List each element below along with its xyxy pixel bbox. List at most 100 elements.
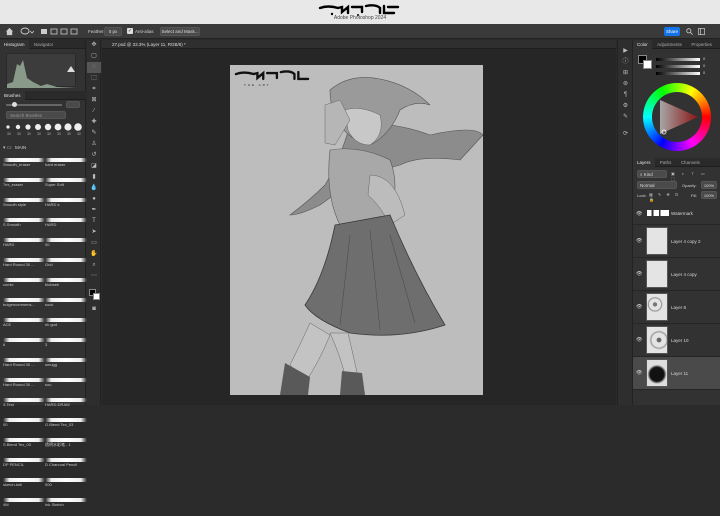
move-tool-icon[interactable]: ✥ xyxy=(87,40,101,51)
type-tool-icon[interactable]: T xyxy=(87,216,101,227)
quick-mask-icon[interactable]: ◙ xyxy=(87,304,101,315)
brush-tool-icon[interactable]: ✎ xyxy=(87,128,101,139)
brush-size-slider[interactable] xyxy=(6,102,62,107)
clone-stamp-icon[interactable]: ♙ xyxy=(87,139,101,150)
brush-preset[interactable]: Super Soft xyxy=(45,176,87,196)
eyedropper-icon[interactable]: ∕ xyxy=(87,106,101,117)
gradient-tool-icon[interactable]: ▮ xyxy=(87,172,101,183)
crop-tool-icon[interactable]: ⌗ xyxy=(87,84,101,95)
brush-preset[interactable]: Hard Round 30 ... xyxy=(3,356,45,376)
brush-folder-main[interactable]: ▾ ▭ MAIN xyxy=(3,145,83,153)
background-swatch[interactable] xyxy=(93,293,100,300)
brush-preset[interactable]: S.Smooth xyxy=(3,216,45,236)
paragraph-icon[interactable]: ¶ xyxy=(618,90,633,101)
play-icon[interactable]: ▶ xyxy=(618,46,633,57)
layer-row[interactable]: 👁 Layer 4 copy 2 xyxy=(633,225,720,258)
layer-row[interactable]: 👁 Layer 8 xyxy=(633,291,720,324)
properties-icon[interactable]: ⚙ xyxy=(618,101,633,112)
brush-preset[interactable]: sou xyxy=(45,376,87,396)
color-wheel[interactable] xyxy=(643,83,711,151)
color-swatches[interactable] xyxy=(89,289,100,300)
color-slider-2[interactable] xyxy=(656,65,700,68)
zoom-tool-icon[interactable]: ⌕ xyxy=(87,260,101,271)
brush-preset[interactable]: G.Blend Tex_03 xyxy=(45,416,87,436)
brush-preset[interactable]: bulgercommens... xyxy=(3,296,45,316)
brush-preset[interactable]: Grid xyxy=(45,256,87,276)
eraser-tool-icon[interactable]: ◪ xyxy=(87,161,101,172)
brush-preset[interactable]: Hard Round 30 ... xyxy=(3,256,45,276)
lock-icons[interactable]: ▦ ✎ ✥ ⊡ 🔒 xyxy=(649,192,683,202)
layer-kind-filter[interactable]: ⌕ Kind xyxy=(637,170,667,178)
brush-preset[interactable]: D Charcoal Pencil xyxy=(45,456,87,476)
layer-row[interactable]: 👁 Layer 10 xyxy=(633,324,720,357)
eye-icon[interactable]: 👁 xyxy=(636,304,642,310)
layer-name[interactable]: Watermark xyxy=(671,211,693,216)
selection-mode-icons[interactable] xyxy=(40,28,80,35)
brush-preset[interactable]: Smooth_eraser xyxy=(3,156,45,176)
layer-name[interactable]: Layer 4 copy 2 xyxy=(671,239,701,244)
history-icon[interactable]: ⟳ xyxy=(618,129,633,140)
workspace-icon[interactable] xyxy=(698,28,705,35)
brush-preset[interactable]: S.Blend Tex_03 xyxy=(3,436,45,456)
brush-preset[interactable]: 7ex_eraser xyxy=(3,176,45,196)
brush-preset[interactable]: Smooth style xyxy=(3,196,45,216)
blur-tool-icon[interactable]: 💧 xyxy=(87,183,101,194)
layer-name[interactable]: Layer 8 xyxy=(671,305,686,310)
brush-preset[interactable]: 4-Test xyxy=(3,396,45,416)
color-triangle[interactable] xyxy=(652,92,702,142)
tab-layers[interactable]: Layers xyxy=(633,158,655,167)
eye-icon[interactable]: 👁 xyxy=(636,211,642,217)
layer-row[interactable]: 👁 Layer 4 copy xyxy=(633,258,720,291)
brush-preset[interactable]: DP PENCIL xyxy=(3,456,45,476)
libraries-icon[interactable]: ⊞ xyxy=(618,68,633,79)
brush-preset[interactable]: smugg xyxy=(45,356,87,376)
background-color[interactable] xyxy=(643,60,652,69)
brush-preset[interactable]: 透明水彩笔 - 1 xyxy=(45,436,87,456)
select-and-mask-button[interactable]: Select and Mask... xyxy=(160,27,200,36)
color-slider-1[interactable] xyxy=(656,58,700,61)
brush-preset[interactable]: blobsee xyxy=(45,276,87,296)
lasso-tool-icon[interactable]: ◌ xyxy=(87,62,101,73)
brush-preset[interactable]: 3 xyxy=(45,336,87,356)
brush-preset[interactable]: HARD xyxy=(3,236,45,256)
share-button[interactable]: Share xyxy=(664,27,680,36)
document-tab[interactable]: 27.psd @ 33.3% (Layer 11, RGB/8) * xyxy=(102,40,616,49)
brush-preset[interactable]: 6 xyxy=(3,336,45,356)
brush-size-field[interactable] xyxy=(66,101,80,108)
filter-icons[interactable]: ▣ ◐ T ▭ ⬚ xyxy=(671,171,717,181)
tab-paths[interactable]: Paths xyxy=(656,158,676,167)
brush-preset[interactable]: Hard Round 30 ... xyxy=(3,376,45,396)
tab-properties[interactable]: Properties xyxy=(687,40,716,49)
eye-icon[interactable]: 👁 xyxy=(636,238,642,244)
brush-preset[interactable]: HARD-DRAW xyxy=(45,396,87,416)
brush-preset[interactable]: nk god xyxy=(45,316,87,336)
home-icon[interactable] xyxy=(5,27,14,36)
path-select-icon[interactable]: ➤ xyxy=(87,227,101,238)
shape-tool-icon[interactable]: ▭ xyxy=(87,238,101,249)
hand-tool-icon[interactable]: ✋ xyxy=(87,249,101,260)
brush-preset[interactable]: 000 xyxy=(45,476,87,496)
artboard-tool-icon[interactable]: ▢ xyxy=(87,51,101,62)
brush-preset[interactable]: 00 xyxy=(45,236,87,256)
brush-preset[interactable]: 4M xyxy=(3,496,45,516)
info-icon[interactable]: ⓘ xyxy=(618,57,633,68)
brush-preset[interactable]: HARD xyxy=(45,216,87,236)
brush-preset[interactable]: comic xyxy=(3,276,45,296)
opacity-input[interactable]: 100% xyxy=(701,181,717,189)
layer-name[interactable]: Layer 11 xyxy=(671,371,688,376)
blend-mode-select[interactable]: Normal xyxy=(637,181,677,189)
tab-navigator[interactable]: Navigator xyxy=(30,40,57,49)
brush-settings-icon[interactable]: ✎ xyxy=(618,112,633,123)
antialias-checkbox[interactable]: ✓ xyxy=(127,28,133,34)
layer-name[interactable]: Layer 4 copy xyxy=(671,272,697,277)
tab-channels[interactable]: Channels xyxy=(677,158,704,167)
adjust-icon[interactable]: ⊛ xyxy=(618,79,633,90)
tab-adjustments[interactable]: Adjustments xyxy=(653,40,686,49)
pen-tool-icon[interactable]: ✒ xyxy=(87,205,101,216)
tab-brushes[interactable]: Brushes xyxy=(0,91,25,100)
frame-tool-icon[interactable]: ⊠ xyxy=(87,95,101,106)
document-canvas[interactable]: THE ART xyxy=(230,65,483,395)
layer-row[interactable]: 👁 Watermark xyxy=(633,204,720,225)
fg-bg-swatches[interactable] xyxy=(638,55,652,69)
brush-preset[interactable]: Ink Sketch xyxy=(45,496,87,516)
